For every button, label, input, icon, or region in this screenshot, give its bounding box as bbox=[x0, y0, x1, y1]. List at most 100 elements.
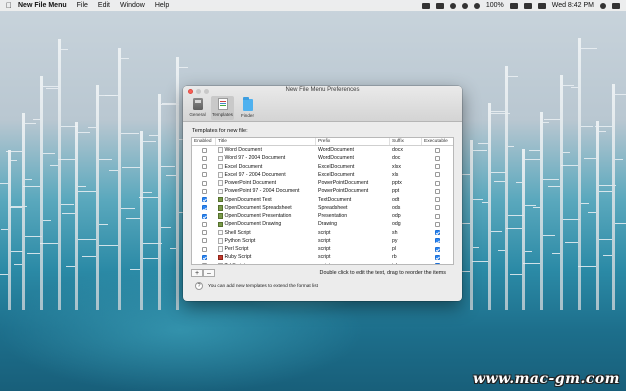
menu-file[interactable]: File bbox=[77, 0, 88, 11]
prefix-cell[interactable]: Presentation bbox=[316, 212, 390, 220]
suffix-cell[interactable]: doc bbox=[390, 154, 422, 162]
suffix-cell[interactable]: pptx bbox=[390, 179, 422, 187]
title-cell[interactable]: Word 97 - 2004 Document bbox=[216, 154, 316, 162]
suffix-cell[interactable]: rb bbox=[390, 253, 422, 261]
prefix-cell[interactable]: WordDocument bbox=[316, 154, 390, 162]
help-button[interactable]: ? bbox=[195, 282, 203, 290]
clock[interactable]: Wed 8:42 PM bbox=[552, 0, 594, 11]
remove-template-button[interactable]: – bbox=[203, 268, 215, 277]
suffix-cell[interactable]: xls bbox=[390, 171, 422, 179]
prefix-cell[interactable]: WordDocument bbox=[316, 146, 390, 154]
add-template-button[interactable]: + bbox=[191, 268, 203, 277]
flag-icon[interactable] bbox=[537, 2, 546, 9]
table-row[interactable]: OpenDocument Text TextDocument odt bbox=[192, 196, 453, 204]
enabled-checkbox[interactable] bbox=[201, 230, 207, 236]
display-icon[interactable] bbox=[435, 2, 444, 9]
suffix-cell[interactable]: xlsx bbox=[390, 163, 422, 171]
suffix-cell[interactable]: py bbox=[390, 237, 422, 245]
time-machine-icon[interactable] bbox=[461, 2, 468, 9]
suffix-cell[interactable]: odp bbox=[390, 212, 422, 220]
executable-checkbox[interactable] bbox=[435, 254, 440, 260]
suffix-cell[interactable]: odg bbox=[390, 220, 422, 228]
title-cell[interactable]: OpenDocument Spreadsheet bbox=[216, 204, 316, 212]
title-cell[interactable]: Ruby Script bbox=[216, 253, 316, 261]
col-suffix[interactable]: Suffix bbox=[390, 138, 422, 145]
enabled-checkbox[interactable] bbox=[201, 213, 207, 219]
suffix-cell[interactable]: pl bbox=[390, 245, 422, 253]
table-row[interactable]: OpenDocument Presentation Presentation odp bbox=[192, 212, 453, 220]
prefix-cell[interactable]: script bbox=[316, 262, 390, 265]
executable-checkbox[interactable] bbox=[435, 147, 440, 153]
notification-center-icon[interactable] bbox=[612, 2, 620, 9]
suffix-cell[interactable]: ppt bbox=[390, 187, 422, 195]
title-cell[interactable]: Excel 97 - 2004 Document bbox=[216, 171, 316, 179]
enabled-checkbox[interactable] bbox=[201, 246, 207, 252]
battery-icon[interactable] bbox=[509, 2, 518, 9]
title-cell[interactable]: Python Script bbox=[216, 237, 316, 245]
col-executable[interactable]: Executable bbox=[422, 138, 453, 145]
enabled-checkbox[interactable] bbox=[201, 254, 207, 260]
enabled-checkbox[interactable] bbox=[201, 205, 207, 211]
executable-checkbox[interactable] bbox=[435, 221, 440, 227]
suffix-cell[interactable]: ods bbox=[390, 204, 422, 212]
title-cell[interactable]: OpenDocument Drawing bbox=[216, 220, 316, 228]
enabled-checkbox[interactable] bbox=[201, 197, 207, 203]
executable-checkbox[interactable] bbox=[435, 246, 440, 252]
table-row[interactable]: Word Document WordDocument docx bbox=[192, 146, 453, 154]
enabled-checkbox[interactable] bbox=[201, 238, 207, 244]
menu-help[interactable]: Help bbox=[155, 0, 169, 11]
title-bar[interactable]: New File Menu Preferences General Templa… bbox=[183, 86, 462, 122]
table-row[interactable]: OpenDocument Drawing Drawing odg bbox=[192, 220, 453, 228]
title-cell[interactable]: Excel Document bbox=[216, 163, 316, 171]
table-row[interactable]: Tcl Script scripttcl bbox=[192, 262, 453, 265]
tab-general[interactable]: General bbox=[186, 96, 209, 120]
executable-checkbox[interactable] bbox=[435, 188, 440, 194]
apple-icon[interactable]:  bbox=[0, 0, 18, 11]
enabled-checkbox[interactable] bbox=[201, 172, 207, 178]
executable-checkbox[interactable] bbox=[435, 172, 440, 178]
prefix-cell[interactable]: Spreadsheet bbox=[316, 204, 390, 212]
table-row[interactable]: OpenDocument Spreadsheet Spreadsheet ods bbox=[192, 204, 453, 212]
menu-app-name[interactable]: New File Menu bbox=[18, 0, 67, 11]
menu-edit[interactable]: Edit bbox=[98, 0, 110, 11]
prefix-cell[interactable]: script bbox=[316, 245, 390, 253]
prefix-cell[interactable]: script bbox=[316, 237, 390, 245]
prefix-cell[interactable]: ExcelDocument bbox=[316, 171, 390, 179]
templates-table[interactable]: Enabled Title Prefix Suffix Executable W… bbox=[191, 137, 454, 265]
wifi-icon[interactable] bbox=[449, 2, 456, 9]
title-cell[interactable]: PowerPoint Document bbox=[216, 179, 316, 187]
enabled-checkbox[interactable] bbox=[201, 155, 207, 161]
enabled-checkbox[interactable] bbox=[201, 147, 207, 153]
executable-checkbox[interactable] bbox=[435, 230, 440, 236]
title-cell[interactable]: OpenDocument Text bbox=[216, 196, 316, 204]
enabled-checkbox[interactable] bbox=[201, 180, 207, 186]
table-row[interactable]: Ruby Script script rb bbox=[192, 253, 453, 261]
table-row[interactable]: Perl Script script pl bbox=[192, 245, 453, 253]
suffix-cell[interactable]: tcl bbox=[390, 262, 422, 265]
battery-percent[interactable]: 100% bbox=[486, 0, 504, 11]
table-row[interactable]: PowerPoint Document PowerPointDocument ppt… bbox=[192, 179, 453, 187]
table-row[interactable]: Word 97 - 2004 Document WordDocument doc bbox=[192, 154, 453, 162]
col-prefix[interactable]: Prefix bbox=[316, 138, 390, 145]
col-title[interactable]: Title bbox=[216, 138, 316, 145]
executable-checkbox[interactable] bbox=[435, 197, 440, 203]
col-enabled[interactable]: Enabled bbox=[192, 138, 216, 145]
prefix-cell[interactable]: Drawing bbox=[316, 220, 390, 228]
prefix-cell[interactable]: PowerPointDocument bbox=[316, 179, 390, 187]
table-row[interactable]: Shell Script script sh bbox=[192, 229, 453, 237]
tab-templates[interactable]: Templates bbox=[211, 96, 234, 120]
title-cell[interactable]: PowerPoint 97 - 2004 Document bbox=[216, 187, 316, 195]
prefix-cell[interactable]: PowerPointDocument bbox=[316, 187, 390, 195]
prefix-cell[interactable]: ExcelDocument bbox=[316, 163, 390, 171]
prefix-cell[interactable]: TextDocument bbox=[316, 196, 390, 204]
title-cell[interactable]: Shell Script bbox=[216, 229, 316, 237]
table-row[interactable]: Excel 97 - 2004 Document ExcelDocument xls bbox=[192, 171, 453, 179]
executable-checkbox[interactable] bbox=[435, 205, 440, 211]
title-cell[interactable]: OpenDocument Presentation bbox=[216, 212, 316, 220]
volume-icon[interactable] bbox=[523, 2, 532, 9]
executable-checkbox[interactable] bbox=[435, 238, 440, 244]
title-cell[interactable]: Word Document bbox=[216, 146, 316, 154]
table-row[interactable]: Excel Document ExcelDocument xlsx bbox=[192, 163, 453, 171]
enabled-checkbox[interactable] bbox=[201, 164, 207, 170]
enabled-checkbox[interactable] bbox=[201, 188, 207, 194]
